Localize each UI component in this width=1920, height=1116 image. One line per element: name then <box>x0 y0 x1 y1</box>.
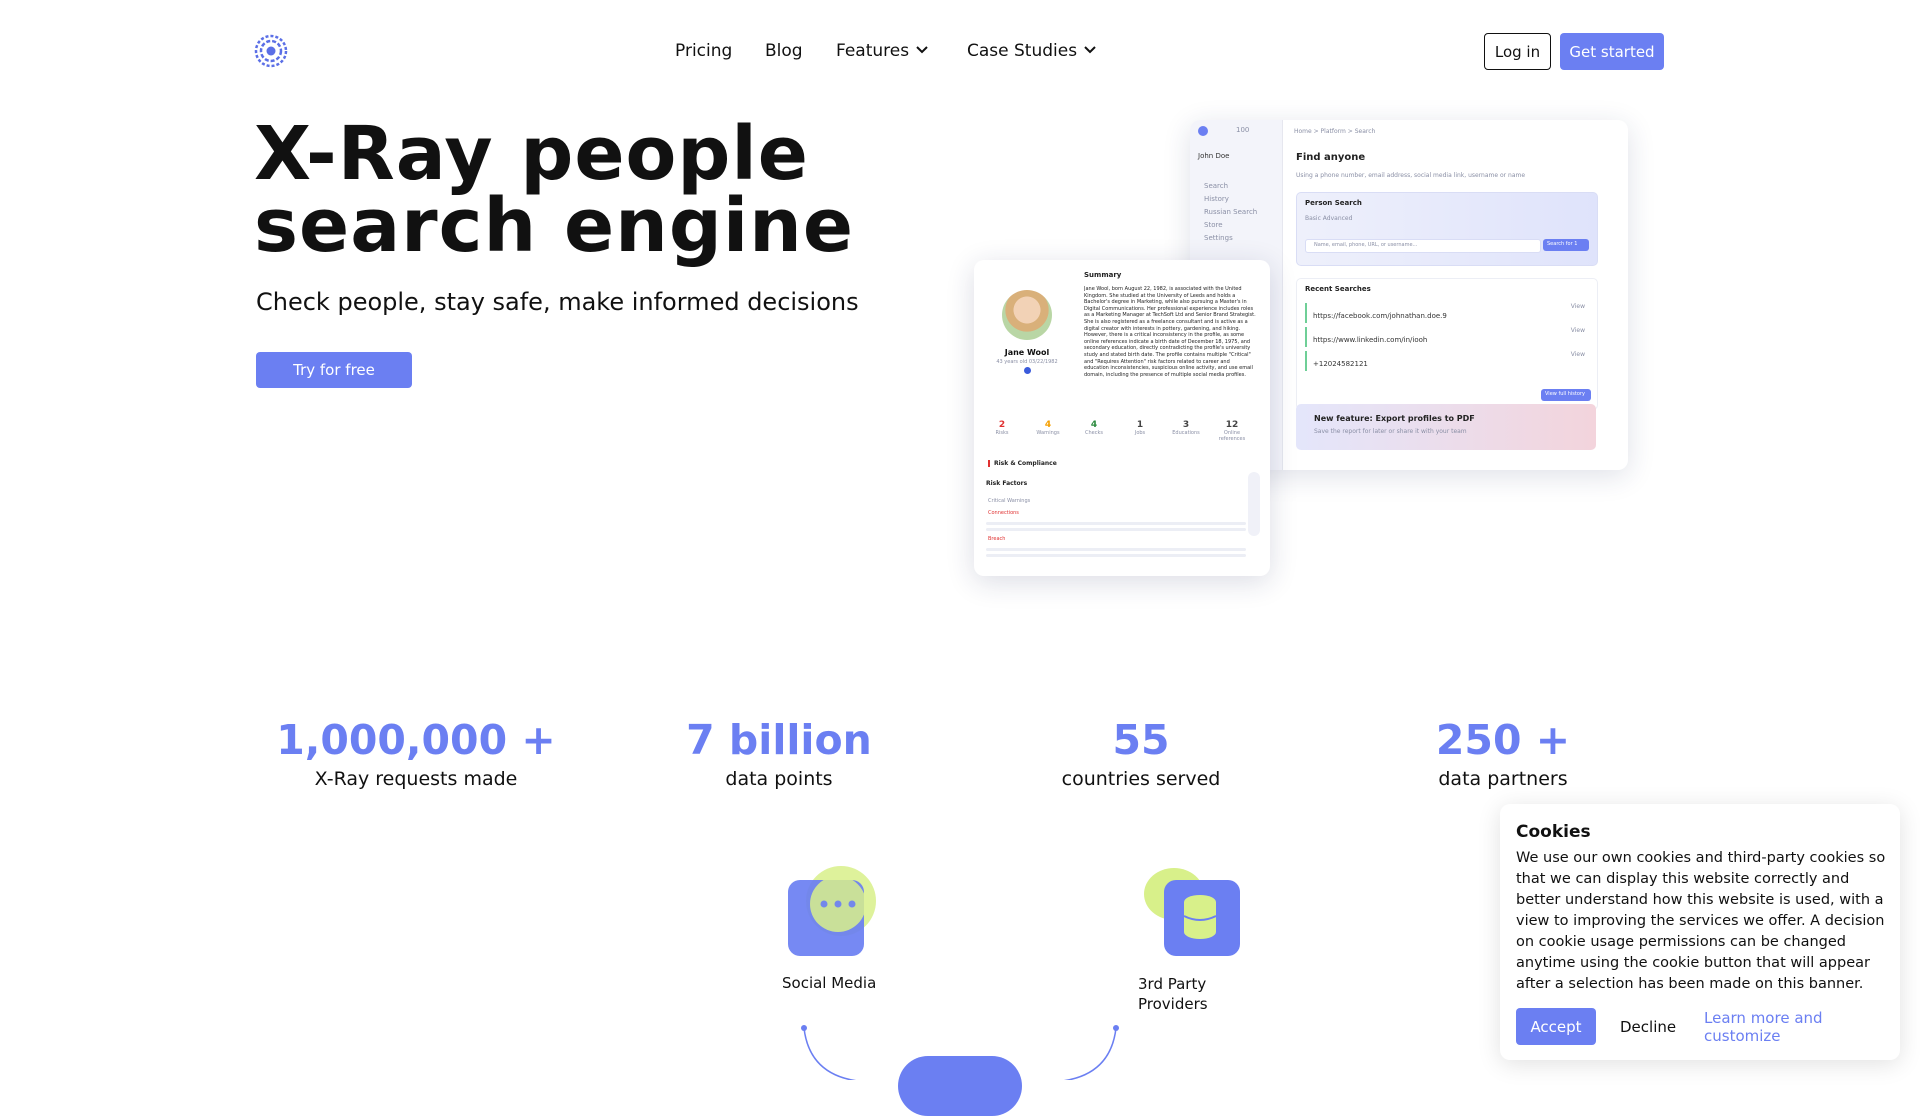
stat-value: 1,000,000 + <box>276 716 556 764</box>
mock-risk-section: Risk & Compliance <box>988 460 1057 467</box>
mock-view-history-button: View full history <box>1541 389 1591 401</box>
diagram-label-providers: 3rd Party Providers <box>1138 975 1208 1013</box>
cookie-text: We use our own cookies and third-party c… <box>1516 850 1886 992</box>
mock-recent-row: +12024582121 View <box>1305 351 1585 371</box>
stat-value: 7 billion <box>686 716 872 764</box>
mock-stat: 2 Risks <box>995 420 1009 436</box>
mock-logo-icon <box>1198 126 1208 136</box>
database-icon <box>1164 880 1240 956</box>
mock-recent-row: https://www.linkedin.com/in/iooh View <box>1305 327 1585 347</box>
chat-bubble-icon <box>788 876 866 956</box>
diagram-center-node <box>898 1056 1022 1116</box>
facebook-icon <box>1024 367 1031 374</box>
learn-more-link[interactable]: Learn more and customize <box>1704 1008 1900 1045</box>
mock-stat: 12 Online references <box>1218 420 1246 442</box>
nav-pricing[interactable]: Pricing <box>675 38 732 64</box>
mock-user-name: John Doe <box>1198 152 1230 160</box>
hero-subtitle: Check people, stay safe, make informed d… <box>256 288 859 316</box>
mock-risk-factors: Risk Factors <box>986 480 1028 487</box>
mock-sidebar-item: Russian Search <box>1204 208 1258 216</box>
mock-risk-line <box>986 554 1246 557</box>
mock-recent-searches: Recent Searches https://facebook.com/joh… <box>1296 278 1598 410</box>
mock-profile-meta: 43 years old 03/22/1982 <box>996 359 1058 365</box>
cookie-banner: Cookies We use our own cookies and third… <box>1500 804 1900 1060</box>
mock-breadcrumb: Home > Platform > Search <box>1294 128 1376 135</box>
mock-banner-subtitle: Save the report for later or share it wi… <box>1314 428 1467 435</box>
mock-risk-item: Connections <box>988 510 1019 516</box>
nav-case-studies[interactable]: Case Studies <box>967 38 1097 64</box>
mock-sidebar-item: History <box>1204 195 1229 203</box>
mock-search-button: Search for 1 <box>1543 239 1589 251</box>
stat-value: 55 <box>1112 716 1170 764</box>
nav-features[interactable]: Features <box>836 38 929 64</box>
mock-risk-line <box>986 522 1246 525</box>
mock-profile-name: Jane Wool <box>1004 348 1050 357</box>
stat-value: 250 + <box>1435 716 1571 764</box>
mock-sidebar-item: Settings <box>1204 234 1233 242</box>
mock-summary-title: Summary <box>1084 271 1122 279</box>
stat-label: countries served <box>1061 768 1221 790</box>
mock-banner-title: New feature: Export profiles to PDF <box>1314 414 1475 423</box>
nav-blog[interactable]: Blog <box>765 38 803 64</box>
mock-risk-line <box>986 528 1246 531</box>
mock-feature-banner: New feature: Export profiles to PDF Save… <box>1296 404 1596 450</box>
get-started-button[interactable]: Get started <box>1560 33 1664 70</box>
mock-stat: 3 Educations <box>1172 420 1200 436</box>
mock-side-toolbar <box>1248 472 1260 536</box>
mock-search-input: Name, email, phone, URL, or username... <box>1305 239 1541 253</box>
mock-recent-title: Recent Searches <box>1305 285 1371 293</box>
stat-label: data points <box>725 768 833 790</box>
mock-page-hint: Using a phone number, email address, soc… <box>1296 172 1526 179</box>
mock-sidebar-item: Search <box>1204 182 1229 190</box>
mock-stat: 4 Warnings <box>1036 420 1060 436</box>
accept-cookies-button[interactable]: Accept <box>1516 1008 1596 1045</box>
mock-summary-text: Jane Wool, born August 22, 1982, is asso… <box>1084 286 1256 378</box>
try-for-free-button[interactable]: Try for free <box>256 352 412 388</box>
login-button[interactable]: Log in <box>1484 33 1551 70</box>
product-screenshot-profile: Jane Wool 43 years old 03/22/1982 Summar… <box>974 260 1270 576</box>
mock-sidebar-item: Store <box>1204 221 1223 229</box>
mock-risk-line <box>986 548 1246 551</box>
chevron-down-icon <box>915 41 929 61</box>
mock-search-panel: Person Search Basic Advanced Name, email… <box>1296 192 1598 266</box>
mock-stat: 1 Jobs <box>1134 420 1146 436</box>
chevron-down-icon <box>1083 41 1097 61</box>
diagram-label-social: Social Media <box>782 974 877 992</box>
logo-icon[interactable] <box>254 34 288 68</box>
mock-risk-tabs: Critical Warnings <box>988 498 1031 504</box>
mock-risk-item: Breach <box>988 536 1006 542</box>
avatar <box>1002 290 1052 340</box>
mock-stat: 4 Checks <box>1085 420 1103 436</box>
mock-credits: 100 <box>1236 126 1250 134</box>
stat-label: data partners <box>1438 768 1568 790</box>
stat-label: X-Ray requests made <box>314 768 518 790</box>
mock-search-toggle: Basic Advanced <box>1305 215 1353 222</box>
mock-page-title: Find anyone <box>1296 152 1366 163</box>
hero-title: X-Ray people search engine <box>254 111 855 269</box>
cookie-title: Cookies <box>1516 822 1591 842</box>
mock-recent-row: https://facebook.com/johnathan.doe.9 Vie… <box>1305 303 1585 323</box>
mock-search-panel-title: Person Search <box>1305 199 1362 207</box>
decline-cookies-button[interactable]: Decline <box>1620 1008 1676 1045</box>
